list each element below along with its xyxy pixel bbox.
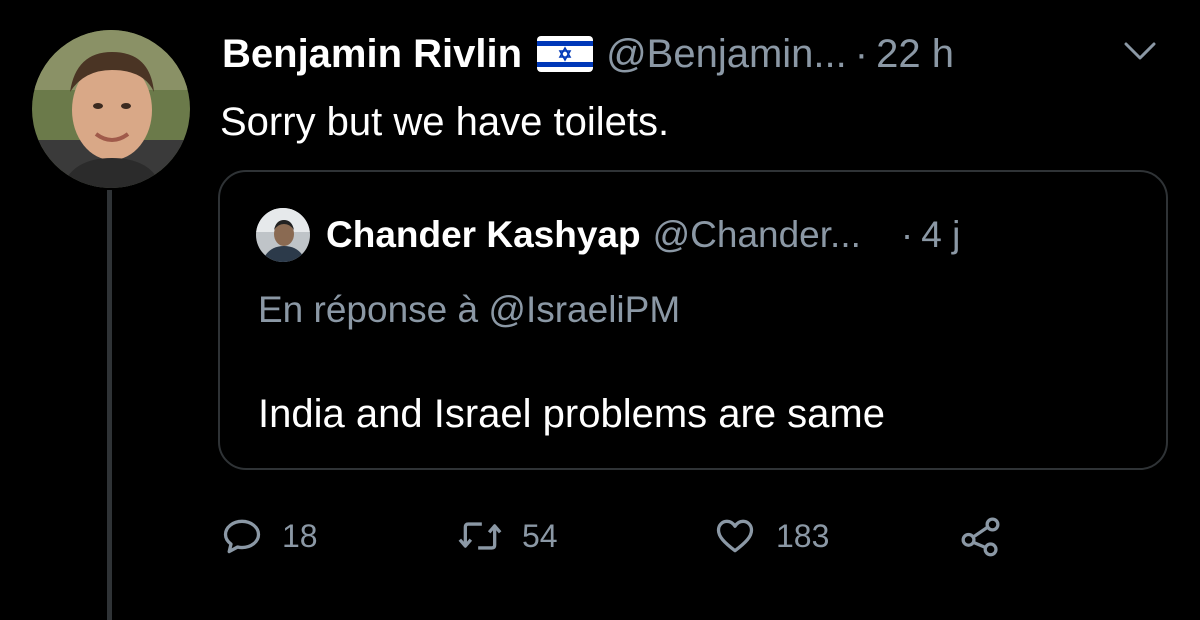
thread-line (107, 190, 112, 620)
like-button[interactable]: 183 (712, 508, 829, 564)
tweet-header: Benjamin Rivlin @Benjamin... · 22 h (222, 30, 954, 78)
israel-flag-icon (536, 35, 594, 73)
tweet-timestamp[interactable]: 22 h (876, 30, 954, 78)
quoted-tweet-text: India and Israel problems are same (258, 392, 885, 436)
author-avatar[interactable] (32, 30, 190, 188)
quoted-tweet-timestamp[interactable]: 4 j (921, 213, 960, 257)
chevron-down-icon[interactable] (1120, 36, 1160, 71)
author-handle[interactable]: @Benjamin... (606, 30, 847, 78)
quoted-author-avatar (256, 208, 310, 262)
quoted-tweet-card[interactable]: Chander Kashyap @Chander... · 4 j En rép… (218, 170, 1168, 470)
quoted-author-name[interactable]: Chander Kashyap (326, 213, 641, 257)
separator: · (854, 32, 869, 76)
heart-icon (712, 514, 758, 558)
share-button[interactable] (958, 508, 1004, 564)
like-count: 183 (776, 517, 830, 554)
retweet-count: 54 (522, 517, 558, 554)
retweet-icon (456, 514, 504, 558)
reply-count: 18 (282, 517, 318, 554)
share-icon (958, 513, 1004, 559)
quoted-author-handle[interactable]: @Chander... (653, 213, 861, 257)
quoted-tweet-header: Chander Kashyap @Chander... · 4 j (256, 208, 960, 262)
reply-icon (220, 514, 264, 558)
action-bar: 18 54 183 (220, 508, 1080, 564)
author-name[interactable]: Benjamin Rivlin (222, 30, 522, 78)
tweet-text: Sorry but we have toilets. (220, 100, 670, 144)
retweet-button[interactable]: 54 (456, 508, 558, 564)
reply-context: En réponse à @IsraeliPM (258, 289, 681, 330)
reply-button[interactable]: 18 (220, 508, 318, 564)
separator: · (900, 214, 914, 255)
